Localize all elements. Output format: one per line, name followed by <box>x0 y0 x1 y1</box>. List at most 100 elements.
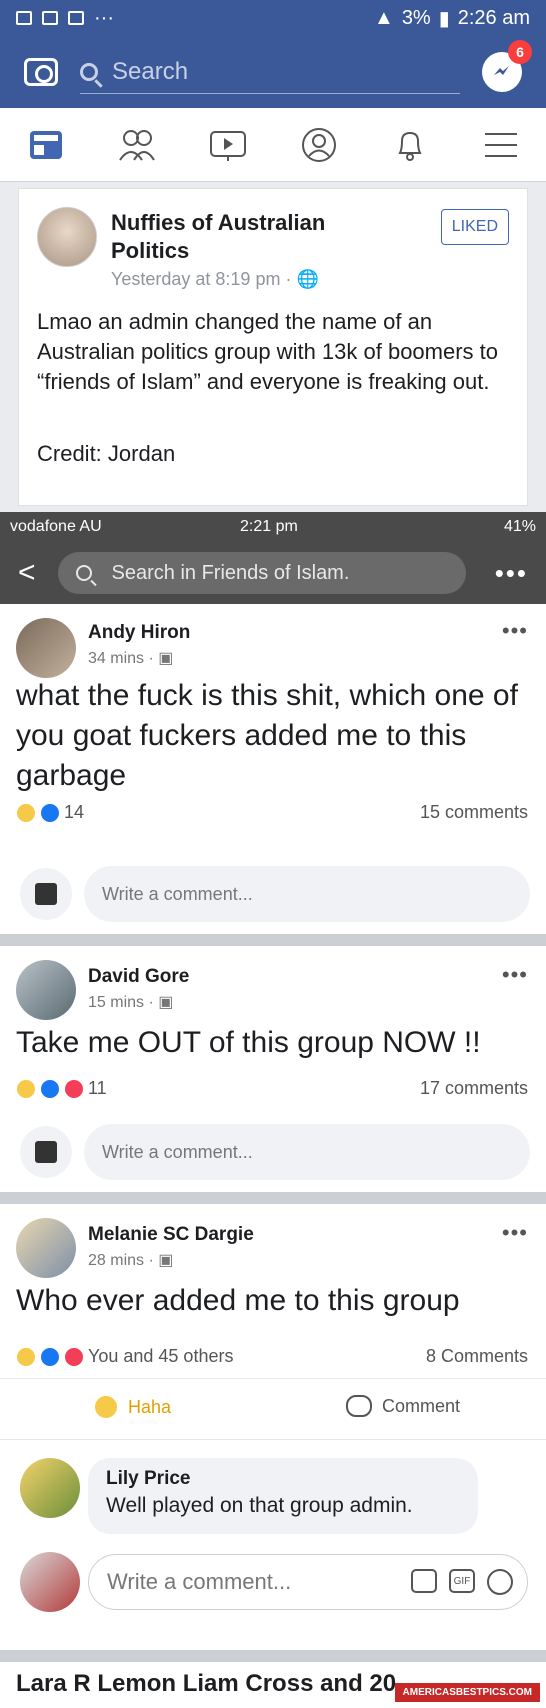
avatar[interactable] <box>20 1552 80 1612</box>
inner-clock: 2:21 pm <box>240 518 298 535</box>
avatar[interactable] <box>16 618 76 678</box>
haha-reaction-icon <box>16 1346 36 1367</box>
thumbs-up-icon <box>35 1141 57 1163</box>
author-name[interactable]: Melanie SC Dargie <box>88 1224 254 1246</box>
facebook-header: Search 6 <box>0 36 546 108</box>
comment-composer-row: Write a comment... <box>0 1122 546 1192</box>
post-options-icon[interactable]: ••• <box>502 1220 528 1246</box>
group-search-input[interactable]: Search in Friends of Islam. <box>57 552 466 594</box>
search-icon <box>80 62 98 81</box>
write-comment-input[interactable]: Write a comment... <box>84 866 530 922</box>
avatar[interactable] <box>20 1458 80 1518</box>
watch-icon[interactable] <box>208 125 248 165</box>
reaction-count: 11 <box>88 1078 107 1098</box>
love-reaction-icon <box>64 1078 84 1099</box>
comment-bubble: Lily Price Well played on that group adm… <box>88 1458 478 1534</box>
friends-icon[interactable] <box>117 125 157 165</box>
post-time[interactable]: 28 mins · ▣ <box>88 1250 173 1270</box>
search-input[interactable]: Search <box>80 50 460 94</box>
like-button[interactable] <box>20 1126 72 1178</box>
menu-icon[interactable] <box>481 125 521 165</box>
comment-composer-row: Write a comment... <box>0 864 546 934</box>
more-notifications: ··· <box>94 6 114 29</box>
group-search-bar: < Search in Friends of Islam. ••• <box>0 542 546 604</box>
post-body: Who ever added me to this group <box>16 1284 460 1317</box>
avatar[interactable] <box>16 1218 76 1278</box>
news-feed-icon[interactable] <box>26 125 66 165</box>
outer-status-bar: ··· ▲ 3% ▮ 2:26 am <box>0 0 546 36</box>
main-nav <box>0 108 546 182</box>
carrier: vodafone AU <box>10 518 102 535</box>
post-timestamp[interactable]: Yesterday at 8:19 pm · 🌐 <box>111 269 319 290</box>
comment-count[interactable]: 8 Comments <box>426 1346 528 1367</box>
commenter-name[interactable]: Lily Price <box>106 1468 460 1490</box>
image-icon <box>16 11 32 25</box>
liked-button[interactable]: LIKED <box>440 209 509 245</box>
post-text: Lmao an admin changed the name of an Aus… <box>37 309 499 394</box>
group-post: Melanie SC Dargie 28 mins · ▣ ••• Who ev… <box>0 1204 546 1440</box>
profile-icon[interactable] <box>299 125 339 165</box>
haha-icon <box>94 1395 118 1419</box>
cutoff-text: Lara R Lemon Liam Cross and 20 <box>16 1670 397 1697</box>
post-credit: Credit: Jordan <box>37 441 176 466</box>
post-separator <box>0 1192 546 1204</box>
haha-button[interactable]: Haha <box>94 1395 171 1419</box>
comment-count[interactable]: 17 comments <box>420 1078 528 1099</box>
post-actions: Haha Comment <box>0 1378 546 1440</box>
camera-icon[interactable] <box>411 1569 437 1593</box>
thumbs-up-icon <box>35 883 57 905</box>
group-post: David Gore 15 mins · ▣ ••• Take me OUT o… <box>0 946 546 1122</box>
like-button[interactable] <box>20 868 72 920</box>
author-name[interactable]: Andy Hiron <box>88 622 190 644</box>
write-comment-input[interactable]: Write a comment... GIF <box>88 1554 528 1610</box>
comment-button[interactable]: Comment <box>346 1395 460 1417</box>
emoji-icon[interactable] <box>487 1569 513 1595</box>
avatar[interactable] <box>16 960 76 1020</box>
haha-reaction-icon <box>16 1078 36 1099</box>
comment-icon <box>346 1395 372 1417</box>
post-separator <box>0 1650 546 1662</box>
inner-battery: 41% <box>503 518 536 535</box>
love-reaction-icon <box>64 1346 84 1367</box>
back-arrow-icon[interactable]: < <box>18 556 36 590</box>
comment-thread: Lily Price Well played on that group adm… <box>0 1440 546 1650</box>
battery-saver-icon <box>42 11 58 25</box>
page-name[interactable]: Nuffies of Australian Politics <box>111 209 371 265</box>
post-time[interactable]: 15 mins · ▣ <box>88 992 173 1012</box>
reaction-count: You and 45 others <box>88 1346 234 1366</box>
post-options-icon[interactable]: ••• <box>502 618 528 644</box>
haha-reaction-icon <box>16 802 36 823</box>
write-comment-placeholder: Write a comment... <box>107 1569 292 1594</box>
inner-status-bar: vodafone AU 2:21 pm 41% <box>0 512 546 542</box>
comment-count[interactable]: 15 comments <box>420 802 528 823</box>
like-reaction-icon <box>40 1346 60 1367</box>
post-body: what the fuck is this shit, which one of… <box>16 679 518 792</box>
messenger-badge: 6 <box>508 40 532 64</box>
notifications-icon[interactable] <box>390 125 430 165</box>
messenger-icon[interactable]: 6 <box>482 40 532 92</box>
signal-icon: ▲ <box>374 6 394 29</box>
like-reaction-icon <box>40 1078 60 1099</box>
page-avatar[interactable] <box>37 207 97 267</box>
more-options-icon[interactable]: ••• <box>495 558 528 589</box>
post-time[interactable]: 34 mins · ▣ <box>88 648 173 668</box>
author-name[interactable]: David Gore <box>88 966 189 988</box>
like-reaction-icon <box>40 802 60 823</box>
camera-icon[interactable] <box>24 58 58 86</box>
comment-text: Well played on that group admin. <box>106 1494 413 1517</box>
write-comment-input[interactable]: Write a comment... <box>84 1124 530 1180</box>
reactions-summary[interactable]: 14 <box>16 802 84 823</box>
reactions-summary[interactable]: 11 <box>16 1078 107 1099</box>
embedded-screenshot: vodafone AU 2:21 pm 41% < Search in Frie… <box>0 512 546 1708</box>
comment-label: Comment <box>382 1395 461 1416</box>
gif-icon[interactable]: GIF <box>449 1569 475 1593</box>
search-icon <box>75 565 92 581</box>
search-placeholder: Search <box>112 57 189 85</box>
clock: 2:26 am <box>457 6 530 29</box>
facebook-icon <box>68 11 84 25</box>
reactions-summary[interactable]: You and 45 others <box>16 1346 233 1367</box>
battery-icon: ▮ <box>438 7 450 30</box>
post-options-icon[interactable]: ••• <box>502 962 528 988</box>
haha-label: Haha <box>128 1396 172 1417</box>
group-search-placeholder: Search in Friends of Islam. <box>111 561 350 584</box>
